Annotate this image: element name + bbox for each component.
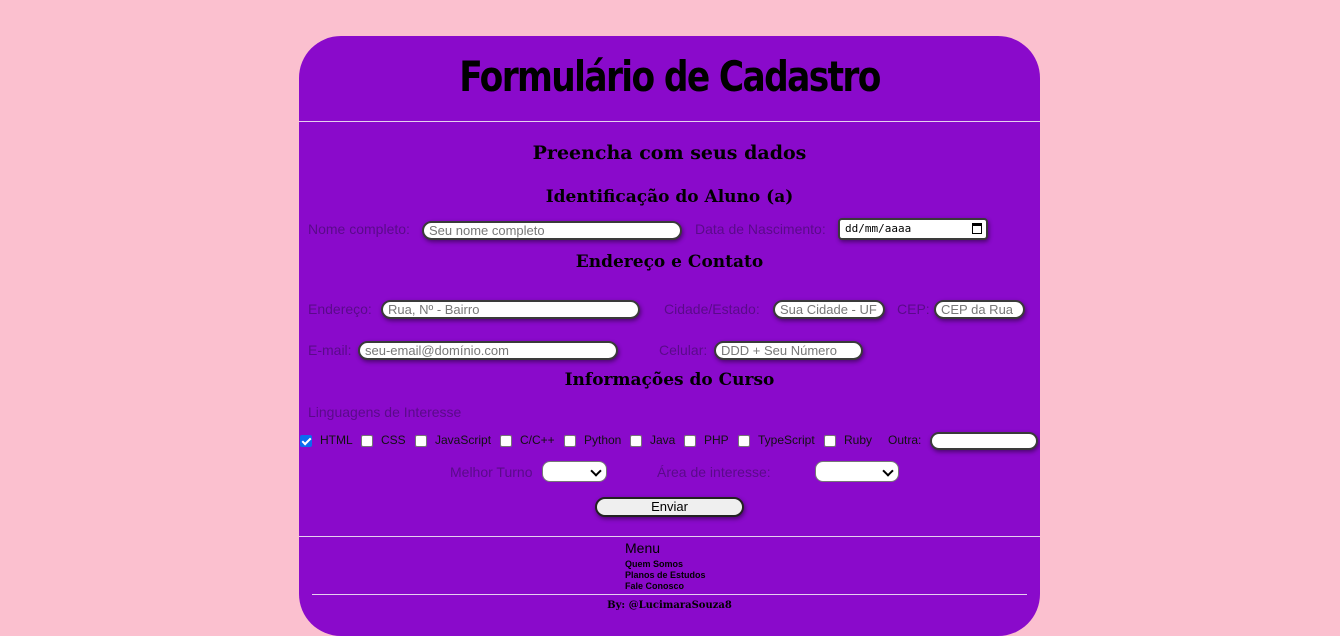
- checkbox-ruby[interactable]: [824, 435, 836, 447]
- checkbox-html[interactable]: [300, 435, 312, 447]
- other-language-label: Outra:: [888, 433, 922, 447]
- footer-link-planos[interactable]: Planos de Estudos: [625, 570, 706, 580]
- area-label: Área de interesse:: [657, 464, 771, 480]
- byline-divider: [312, 594, 1027, 595]
- checkbox-label-html: HTML: [320, 433, 353, 447]
- checkbox-label-ruby: Ruby: [844, 433, 873, 447]
- phone-label: Celular:: [659, 342, 708, 358]
- chevron-down-icon: [882, 465, 894, 477]
- checkbox-label-css: CSS: [381, 433, 406, 447]
- checkbox-label-c-cpp: C/C++: [520, 433, 555, 447]
- street-input[interactable]: Rua, Nº - Bairro: [381, 300, 640, 319]
- shift-select[interactable]: [542, 461, 607, 482]
- checkbox-css[interactable]: [361, 435, 373, 447]
- section-identification-heading: Identificação do Aluno (a): [545, 187, 794, 207]
- shift-label: Melhor Turno: [450, 464, 533, 480]
- footer-link-fale-conosco[interactable]: Fale Conosco: [625, 581, 684, 591]
- section-address-heading: Endereço e Contato: [575, 252, 764, 272]
- checkbox-label-python: Python: [584, 433, 622, 447]
- footer-byline: By: @LucimaraSouza8: [607, 600, 732, 611]
- footer-menu-title: Menu: [625, 540, 661, 556]
- calendar-icon[interactable]: [972, 223, 982, 234]
- name-label: Nome completo:: [308, 221, 410, 237]
- header-divider: [299, 121, 1040, 122]
- section-course-heading: Informações do Curso: [564, 370, 775, 390]
- checkbox-typescript[interactable]: [738, 435, 750, 447]
- checkbox-c-cpp[interactable]: [500, 435, 512, 447]
- checkbox-java[interactable]: [630, 435, 642, 447]
- birth-date-input[interactable]: dd/mm/aaaa: [838, 218, 988, 240]
- page-title: Formulário de Cadastro: [459, 52, 881, 101]
- birth-date-label: Data de Nascimento:: [695, 221, 826, 237]
- other-language-input[interactable]: [930, 432, 1038, 450]
- street-label: Endereço:: [308, 301, 372, 317]
- languages-checkbox-row: HTML CSS JavaScript C/C++ Python Java PH…: [299, 432, 1040, 450]
- checkbox-label-php: PHP: [704, 433, 729, 447]
- checkbox-php[interactable]: [684, 435, 696, 447]
- form-card: Formulário de Cadastro Preencha com seus…: [299, 36, 1040, 636]
- cep-label: CEP:: [897, 301, 930, 317]
- checkbox-label-java: Java: [650, 433, 676, 447]
- area-select[interactable]: [815, 461, 899, 482]
- checkbox-label-typescript: TypeScript: [758, 433, 815, 447]
- chevron-down-icon: [590, 465, 602, 477]
- city-label: Cidade/Estado:: [664, 301, 760, 317]
- phone-input[interactable]: DDD + Seu Número: [714, 341, 863, 360]
- footer-link-quem-somos[interactable]: Quem Somos: [625, 559, 683, 569]
- cep-input[interactable]: CEP da Rua: [934, 300, 1025, 319]
- email-input[interactable]: seu-email@domínio.com: [358, 341, 618, 360]
- name-input[interactable]: Seu nome completo: [422, 221, 682, 240]
- checkbox-label-javascript: JavaScript: [435, 433, 492, 447]
- city-input[interactable]: Sua Cidade - UF: [773, 300, 885, 319]
- email-label: E-mail:: [308, 342, 352, 358]
- checkbox-python[interactable]: [564, 435, 576, 447]
- checkbox-javascript[interactable]: [415, 435, 427, 447]
- birth-date-value: dd/mm/aaaa: [845, 222, 912, 235]
- languages-label: Linguagens de Interesse: [308, 404, 462, 420]
- footer-divider: [299, 536, 1040, 537]
- submit-button[interactable]: Enviar: [595, 497, 744, 517]
- form-subtitle: Preencha com seus dados: [532, 142, 807, 164]
